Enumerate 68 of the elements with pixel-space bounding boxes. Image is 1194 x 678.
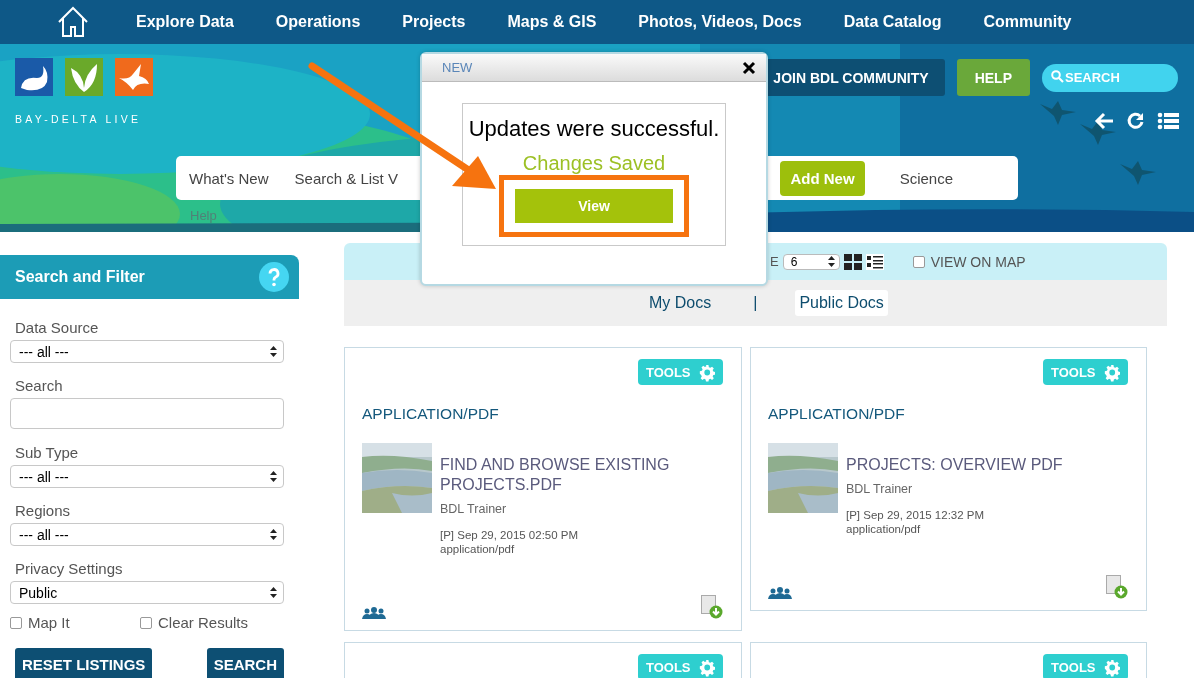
field-label: Sub Type <box>15 444 80 461</box>
dialog-title: NEW <box>442 60 473 75</box>
sort-arrows-icon <box>827 256 835 267</box>
search-icon <box>1051 69 1064 83</box>
document-title[interactable]: PROJECTS: OVERVIEW PDF <box>846 455 1063 475</box>
dropdown[interactable]: --- all --- <box>10 340 284 363</box>
author: BDL Trainer <box>846 482 914 496</box>
document-title[interactable]: FIND AND BROWSE EXISTING PROJECTS.PDF <box>440 455 723 495</box>
sort-arrows-icon <box>270 529 277 540</box>
list-icon[interactable] <box>1157 111 1179 131</box>
field-label: Search <box>15 377 64 394</box>
sort-arrows-icon <box>270 346 277 357</box>
date: [P] Sep 29, 2015 02:50 PM <box>440 529 580 541</box>
download-icon[interactable] <box>1106 575 1128 599</box>
checkbox-label[interactable]: Map It <box>28 614 70 631</box>
search-button[interactable]: SEARCH <box>206 648 284 678</box>
page-size-dropdown[interactable]: 6 <box>782 253 840 270</box>
file-type: APPLICATION/PDF <box>768 405 906 423</box>
checkbox[interactable] <box>912 255 925 268</box>
home-icon[interactable] <box>56 5 90 39</box>
search-field[interactable] <box>10 398 284 429</box>
people-icon[interactable] <box>768 587 792 599</box>
dropdown[interactable]: Public <box>10 581 284 604</box>
checkbox-label[interactable]: Clear Results <box>158 614 249 631</box>
grid-view-icon[interactable] <box>843 253 862 270</box>
mime-type: application/pdf <box>846 523 922 535</box>
file-type: APPLICATION/PDF <box>362 405 500 423</box>
nav-item[interactable]: Data Catalog <box>843 13 942 31</box>
nav-item[interactable]: Photos, Videos, Docs <box>638 13 802 31</box>
nav-tab[interactable]: What's New <box>189 169 269 187</box>
nav-tab[interactable]: Science <box>899 169 953 187</box>
nav-item[interactable]: Maps & GIS <box>507 13 597 31</box>
nav-tab[interactable]: Search & List V <box>294 169 398 187</box>
author: BDL Trainer <box>440 502 508 516</box>
gear-icon <box>1103 657 1120 677</box>
mime-type: application/pdf <box>440 543 516 555</box>
field-label: Data Source <box>15 319 100 336</box>
people-icon[interactable] <box>362 607 386 619</box>
page-size-label: E <box>770 254 779 269</box>
logo-text: BAY-DELTA LIVE <box>15 113 142 125</box>
nav-item[interactable]: Projects <box>402 13 466 31</box>
back-arrow-icon[interactable] <box>1093 111 1115 131</box>
dialog-message: Updates were successful. <box>468 116 720 142</box>
gear-icon <box>1103 362 1120 382</box>
nav-item[interactable]: Community <box>983 13 1072 31</box>
dropdown[interactable]: --- all --- <box>10 465 284 488</box>
checkbox-label[interactable]: VIEW ON MAP <box>930 253 1026 270</box>
nav-item[interactable]: Operations <box>275 13 361 31</box>
checkbox[interactable] <box>140 616 152 629</box>
sort-arrows-icon <box>270 587 277 598</box>
sort-arrows-icon <box>270 471 277 482</box>
close-icon[interactable] <box>742 60 756 75</box>
checkbox[interactable] <box>10 616 22 629</box>
field-label: Regions <box>15 502 72 519</box>
reset-button[interactable]: RESET LISTINGS <box>15 648 153 678</box>
dropdown[interactable]: --- all --- <box>10 523 284 546</box>
date: [P] Sep 29, 2015 12:32 PM <box>846 509 986 521</box>
gear-icon <box>698 657 715 677</box>
docs-tab[interactable]: My Docs <box>645 290 716 316</box>
panel-title: Search and Filter <box>15 268 145 286</box>
list-view-icon[interactable] <box>865 253 884 270</box>
download-icon[interactable] <box>701 595 723 619</box>
nav-item[interactable]: Explore Data <box>136 13 234 31</box>
tab-separator: | <box>753 294 758 312</box>
gear-icon <box>698 362 715 382</box>
docs-tab[interactable]: Public Docs <box>795 290 888 316</box>
field-label: Privacy Settings <box>15 560 124 577</box>
help-icon[interactable] <box>259 262 289 292</box>
